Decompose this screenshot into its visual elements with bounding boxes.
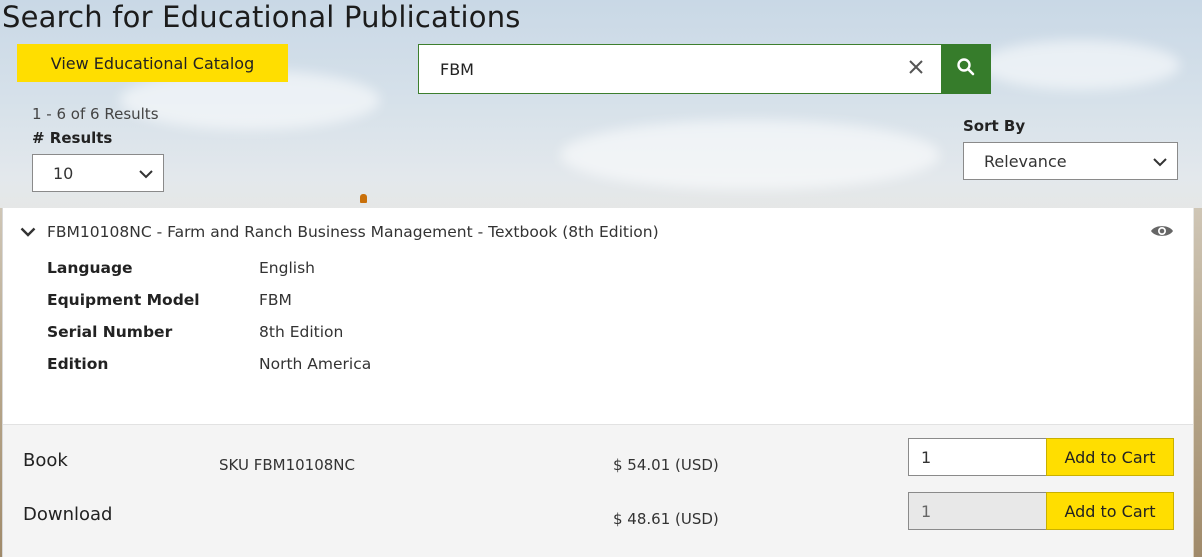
background-object xyxy=(360,194,367,203)
quantity-input xyxy=(908,492,1048,530)
background-cloud xyxy=(560,120,940,190)
result-title[interactable]: FBM10108NC - Farm and Ranch Business Man… xyxy=(47,223,659,241)
results-per-page-label: # Results xyxy=(32,129,113,147)
attribute-label: Edition xyxy=(47,355,109,373)
format-name: Book xyxy=(23,450,68,471)
collapse-toggle[interactable] xyxy=(17,222,39,244)
result-card-header: FBM10108NC - Farm and Ranch Business Man… xyxy=(3,208,1193,256)
attribute-value: English xyxy=(259,259,315,277)
sort-by-select[interactable]: Relevance xyxy=(963,142,1178,180)
close-icon xyxy=(908,59,924,80)
sort-by-label: Sort By xyxy=(963,117,1026,135)
format-price: $ 48.61 (USD) xyxy=(613,510,719,528)
sort-by-value: Relevance xyxy=(984,151,1067,171)
format-name: Download xyxy=(23,504,113,525)
preview-button[interactable] xyxy=(1149,222,1175,244)
add-to-cart-button[interactable]: Add to Cart xyxy=(1046,438,1174,476)
attribute-label: Serial Number xyxy=(47,323,173,341)
clear-search-button[interactable] xyxy=(891,45,941,93)
attribute-label: Language xyxy=(47,259,133,277)
attribute-value: North America xyxy=(259,355,372,373)
search-icon xyxy=(956,57,976,82)
results-per-page-select[interactable]: 10 xyxy=(32,154,164,192)
page-title: Search for Educational Publications xyxy=(2,0,521,34)
search-button[interactable] xyxy=(941,44,991,94)
purchase-options: Book SKU FBM10108NC $ 54.01 (USD) Add to… xyxy=(3,424,1193,557)
results-per-page-value: 10 xyxy=(53,163,74,183)
result-card: FBM10108NC - Farm and Ranch Business Man… xyxy=(2,208,1193,557)
format-sku: SKU FBM10108NC xyxy=(219,456,355,474)
background-landscape-right xyxy=(1194,208,1202,557)
add-to-cart-button[interactable]: Add to Cart xyxy=(1046,492,1174,530)
quantity-input[interactable] xyxy=(908,438,1048,476)
attribute-label: Equipment Model xyxy=(47,291,200,309)
search-input[interactable] xyxy=(419,45,891,93)
view-catalog-button[interactable]: View Educational Catalog xyxy=(17,44,288,82)
attribute-value: 8th Edition xyxy=(259,323,344,341)
background-cloud xyxy=(980,40,1180,90)
attribute-value: FBM xyxy=(259,291,292,309)
chevron-down-icon xyxy=(1153,152,1167,171)
format-price: $ 54.01 (USD) xyxy=(613,456,719,474)
chevron-down-icon xyxy=(20,224,36,242)
results-summary: 1 - 6 of 6 Results xyxy=(32,105,159,123)
eye-icon xyxy=(1150,223,1174,244)
chevron-down-icon xyxy=(139,164,153,183)
search-bar xyxy=(418,44,942,94)
